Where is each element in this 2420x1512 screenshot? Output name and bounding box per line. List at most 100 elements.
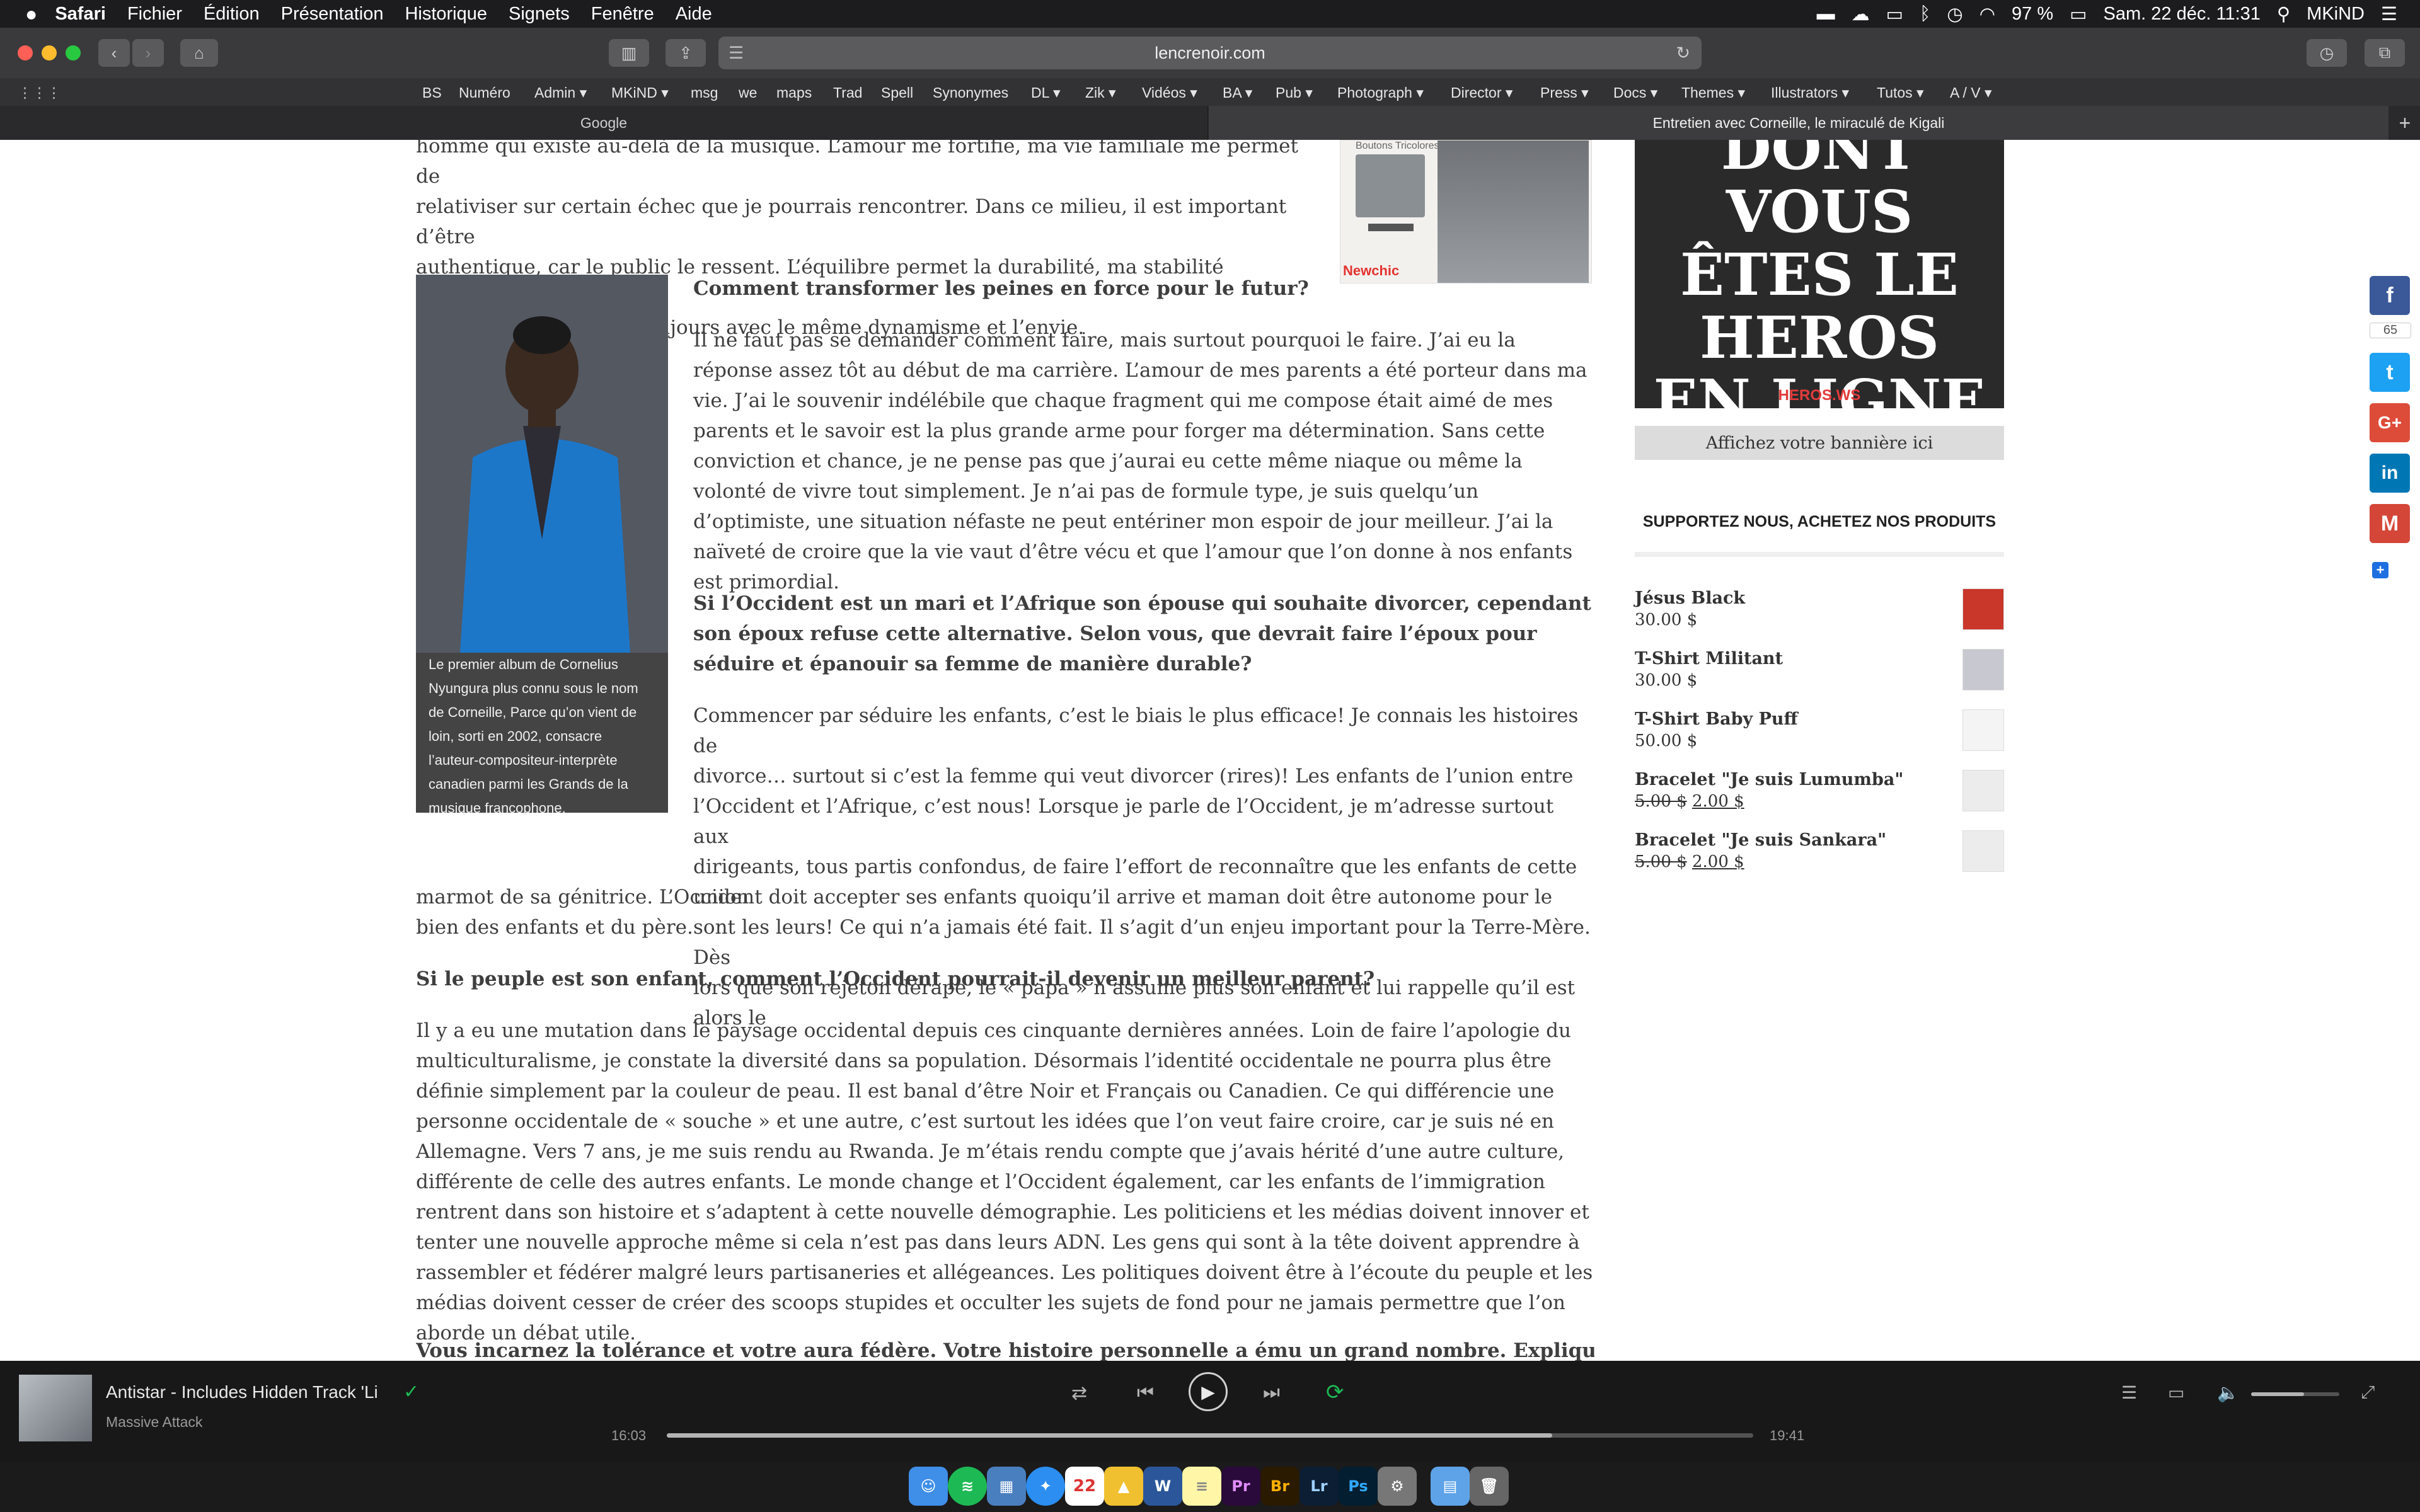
zoom-window-button[interactable] (66, 45, 81, 60)
bookmark-synonymes[interactable]: Synonymes (933, 84, 1008, 101)
reader-icon[interactable]: ☰ (729, 43, 744, 63)
track-title[interactable]: Antistar - Includes Hidden Track 'Li (106, 1382, 396, 1402)
grid-icon[interactable]: ⋮⋮⋮ (18, 84, 61, 101)
address-bar[interactable]: ☰ lencrenoir.com ↻ (718, 37, 1702, 69)
product-item[interactable]: T-Shirt Baby Puff 50.00 $ (1635, 709, 2025, 751)
volume-icon[interactable]: 🔈 (2217, 1382, 2239, 1403)
notes-icon[interactable]: ≡ (1182, 1467, 1221, 1506)
new-tab-button[interactable]: + (2390, 106, 2420, 140)
bookmark-av[interactable]: A / V ▾ (1950, 84, 1992, 101)
bookmark-maps[interactable]: maps (776, 84, 812, 101)
devices-icon[interactable]: ▭ (2168, 1382, 2184, 1403)
menu-historique[interactable]: Historique (405, 4, 487, 25)
bookmark-tutos[interactable]: Tutos ▾ (1877, 84, 1924, 101)
progress-track[interactable] (667, 1433, 1753, 1438)
preview-icon[interactable]: ▦ (987, 1467, 1026, 1506)
product-thumbnail[interactable] (1962, 588, 2004, 630)
menu-edition[interactable]: Édition (204, 4, 260, 25)
bookmark-dl[interactable]: DL ▾ (1031, 84, 1061, 101)
word-icon[interactable]: W (1143, 1467, 1182, 1506)
control-list-icon[interactable]: ☰ (2381, 3, 2397, 25)
bookmark-mkind[interactable]: MKiND ▾ (611, 84, 669, 101)
calendar-icon[interactable]: 22 (1065, 1467, 1104, 1506)
lightroom-icon[interactable]: Lr (1299, 1467, 1339, 1506)
googleplus-share-button[interactable]: G+ (2370, 403, 2410, 442)
vlc-icon[interactable]: ▲ (1104, 1467, 1143, 1506)
wifi-icon[interactable]: ◠ (1979, 3, 1995, 25)
product-thumbnail[interactable] (1962, 649, 2004, 690)
close-window-button[interactable] (18, 45, 33, 60)
back-button[interactable]: ‹ (98, 39, 130, 67)
product-item[interactable]: T-Shirt Militant 30.00 $ (1635, 649, 2025, 690)
product-thumbnail[interactable] (1962, 830, 2004, 872)
downloads-folder-icon[interactable]: ▤ (1431, 1467, 1470, 1506)
banner-cta-button[interactable]: Affichez votre bannière ici (1635, 426, 2004, 460)
product-item[interactable]: Bracelet "Je suis Lumumba" 5.00 $ 2.00 $ (1635, 770, 2025, 811)
safari-icon[interactable]: ✦ (1026, 1467, 1065, 1506)
tabs-overview-button[interactable]: ⧉ (2365, 39, 2405, 67)
menu-fichier[interactable]: Fichier (127, 4, 182, 25)
bookmark-press[interactable]: Press ▾ (1540, 84, 1589, 101)
share-button[interactable]: ⇪ (666, 39, 706, 67)
tab-article[interactable]: Entretien avec Corneille, le miraculé de… (1209, 106, 2388, 140)
bookmark-themes[interactable]: Themes ▾ (1681, 84, 1745, 101)
bookmark-trad[interactable]: Trad (833, 84, 862, 101)
addtoany-share-button[interactable]: + (2372, 562, 2388, 578)
forward-button[interactable]: › (132, 39, 164, 67)
product-thumbnail[interactable] (1962, 709, 2004, 751)
next-track-icon[interactable]: ⏭ (1263, 1382, 1280, 1404)
spotlight-icon[interactable]: ⚲ (2277, 3, 2290, 25)
bookmark-we[interactable]: we (739, 84, 757, 101)
time-machine-icon[interactable]: ◷ (1947, 3, 1962, 25)
photoshop-icon[interactable]: Ps (1339, 1467, 1378, 1506)
cloud-icon[interactable]: ☁ (1852, 3, 1870, 25)
sidebar-toggle-button[interactable]: ▥ (609, 39, 649, 67)
menu-aide[interactable]: Aide (676, 4, 712, 25)
bookmark-director[interactable]: Director ▾ (1451, 84, 1512, 101)
bookmark-msg[interactable]: msg (691, 84, 718, 101)
bookmark-videos[interactable]: Vidéos ▾ (1142, 84, 1197, 101)
repeat-icon[interactable]: ⟳ (1326, 1380, 1344, 1405)
trash-icon[interactable]: 🗑 (1470, 1467, 1509, 1506)
user-menu[interactable]: MKiND (2307, 4, 2365, 25)
battery-icon[interactable]: ▭ (2070, 3, 2087, 25)
bookmark-illustrators[interactable]: Illustrators ▾ (1771, 84, 1849, 101)
twitter-share-button[interactable]: t (2370, 353, 2410, 392)
notification-icon[interactable]: ▬ (1817, 4, 1835, 25)
bluetooth-icon[interactable]: ᛒ (1920, 4, 1930, 25)
volume-slider[interactable] (2251, 1392, 2339, 1396)
menu-app-name[interactable]: Safari (55, 4, 106, 25)
menu-fenetre[interactable]: Fenêtre (591, 4, 654, 25)
play-button[interactable]: ▶ (1189, 1372, 1228, 1411)
product-item[interactable]: Bracelet "Je suis Sankara" 5.00 $ 2.00 $ (1635, 830, 2025, 872)
previous-track-icon[interactable]: ⏮ (1137, 1382, 1154, 1404)
ad-newchic[interactable]: Boutons Tricolores Newchic (1340, 140, 1592, 284)
saved-check-icon[interactable]: ✓ (403, 1381, 419, 1403)
product-thumbnail[interactable] (1962, 770, 2004, 811)
bridge-icon[interactable]: Br (1260, 1467, 1299, 1506)
bookmark-zik[interactable]: Zik ▾ (1085, 84, 1116, 101)
bookmark-bs[interactable]: BS (422, 84, 442, 101)
bookmark-numero[interactable]: Numéro (459, 84, 510, 101)
bookmark-photograph[interactable]: Photograph ▾ (1337, 84, 1424, 101)
home-button[interactable]: ⌂ (180, 39, 218, 67)
bookmark-spell[interactable]: Spell (881, 84, 913, 101)
system-preferences-icon[interactable]: ⚙ (1378, 1467, 1417, 1506)
tab-google[interactable]: Google (0, 106, 1208, 140)
reload-icon[interactable]: ↻ (1676, 43, 1690, 63)
facebook-share-button[interactable]: f (2370, 276, 2410, 315)
bookmark-docs[interactable]: Docs ▾ (1613, 84, 1657, 101)
artist-name[interactable]: Massive Attack (106, 1414, 202, 1431)
queue-icon[interactable]: ☰ (2121, 1382, 2137, 1403)
product-item[interactable]: Jésus Black 30.00 $ (1635, 588, 2025, 630)
shuffle-icon[interactable]: ⇄ (1071, 1382, 1087, 1404)
history-button[interactable]: ◷ (2307, 39, 2347, 67)
fullscreen-icon[interactable]: ⤢ (2361, 1382, 2375, 1403)
bookmark-admin[interactable]: Admin ▾ (534, 84, 587, 101)
gmail-share-button[interactable]: M (2370, 504, 2410, 543)
sidebar-banner[interactable]: DONT VOUS ÊTES LE HEROS EN LIGNE HEROS.W… (1635, 140, 2004, 408)
menu-signets[interactable]: Signets (509, 4, 570, 25)
airplay-icon[interactable]: ▭ (1886, 3, 1903, 25)
minimize-window-button[interactable] (42, 45, 57, 60)
spotify-icon[interactable]: ≋ (948, 1467, 987, 1506)
